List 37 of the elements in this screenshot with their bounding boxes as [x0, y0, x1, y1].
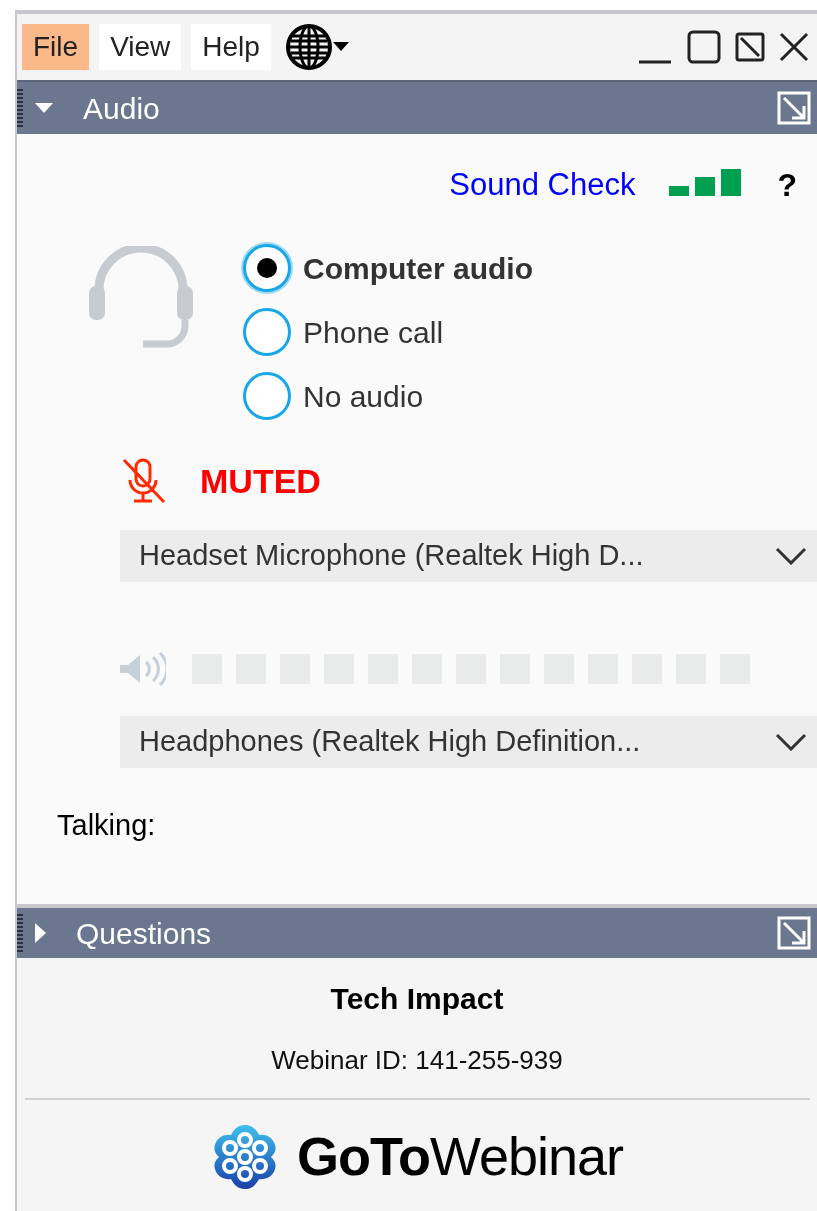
- headset-icon: [89, 246, 193, 348]
- grip-icon: [17, 89, 23, 127]
- dropdown-value: Headphones (Realtek High Definition...: [139, 724, 641, 760]
- talking-label: Talking:: [57, 808, 157, 843]
- panel-title: Questions: [76, 915, 212, 952]
- grip-icon: [17, 914, 23, 952]
- panel-title: Audio: [83, 90, 160, 127]
- panel-header[interactable]: Audio: [17, 80, 817, 134]
- menu-item[interactable]: Help: [191, 24, 271, 70]
- sound-check-link[interactable]: Sound Check: [449, 161, 636, 209]
- radio-button[interactable]: [243, 372, 291, 420]
- radio-button[interactable]: [243, 308, 291, 356]
- menu-item[interactable]: View: [99, 24, 182, 70]
- signal-bars-icon: [669, 168, 742, 196]
- undock-icon[interactable]: [735, 32, 765, 62]
- webinar-id: Webinar ID: 141-255-939: [271, 1044, 563, 1077]
- language-menu-button[interactable]: [284, 23, 349, 71]
- device-dropdown[interactable]: Headset Microphone (Realtek High D...: [120, 530, 817, 582]
- radio-option[interactable]: No audio: [243, 372, 533, 420]
- dropdown-value: Headset Microphone (Realtek High D...: [139, 538, 644, 574]
- radio-button[interactable]: [243, 244, 291, 292]
- mute-status: MUTED: [200, 460, 321, 502]
- chevron-down-icon: [775, 547, 807, 565]
- organizer-name: Tech Impact: [330, 981, 504, 1017]
- device-dropdown[interactable]: Headphones (Realtek High Definition...: [120, 716, 817, 768]
- chevron-down-icon: [775, 733, 807, 751]
- logo-text: GoToWebinar: [296, 1125, 624, 1188]
- radio-option[interactable]: Computer audio: [243, 244, 533, 292]
- help-button[interactable]: ?: [777, 161, 797, 209]
- speaker-icon: [120, 652, 166, 686]
- menu-item[interactable]: File: [22, 24, 90, 70]
- panel-header[interactable]: Questions: [17, 904, 817, 958]
- close-icon[interactable]: [779, 32, 809, 62]
- maximize-icon[interactable]: [687, 30, 721, 64]
- globe-icon: [284, 23, 333, 71]
- caret-icon: [332, 42, 349, 52]
- radio-option[interactable]: Phone call: [243, 308, 533, 356]
